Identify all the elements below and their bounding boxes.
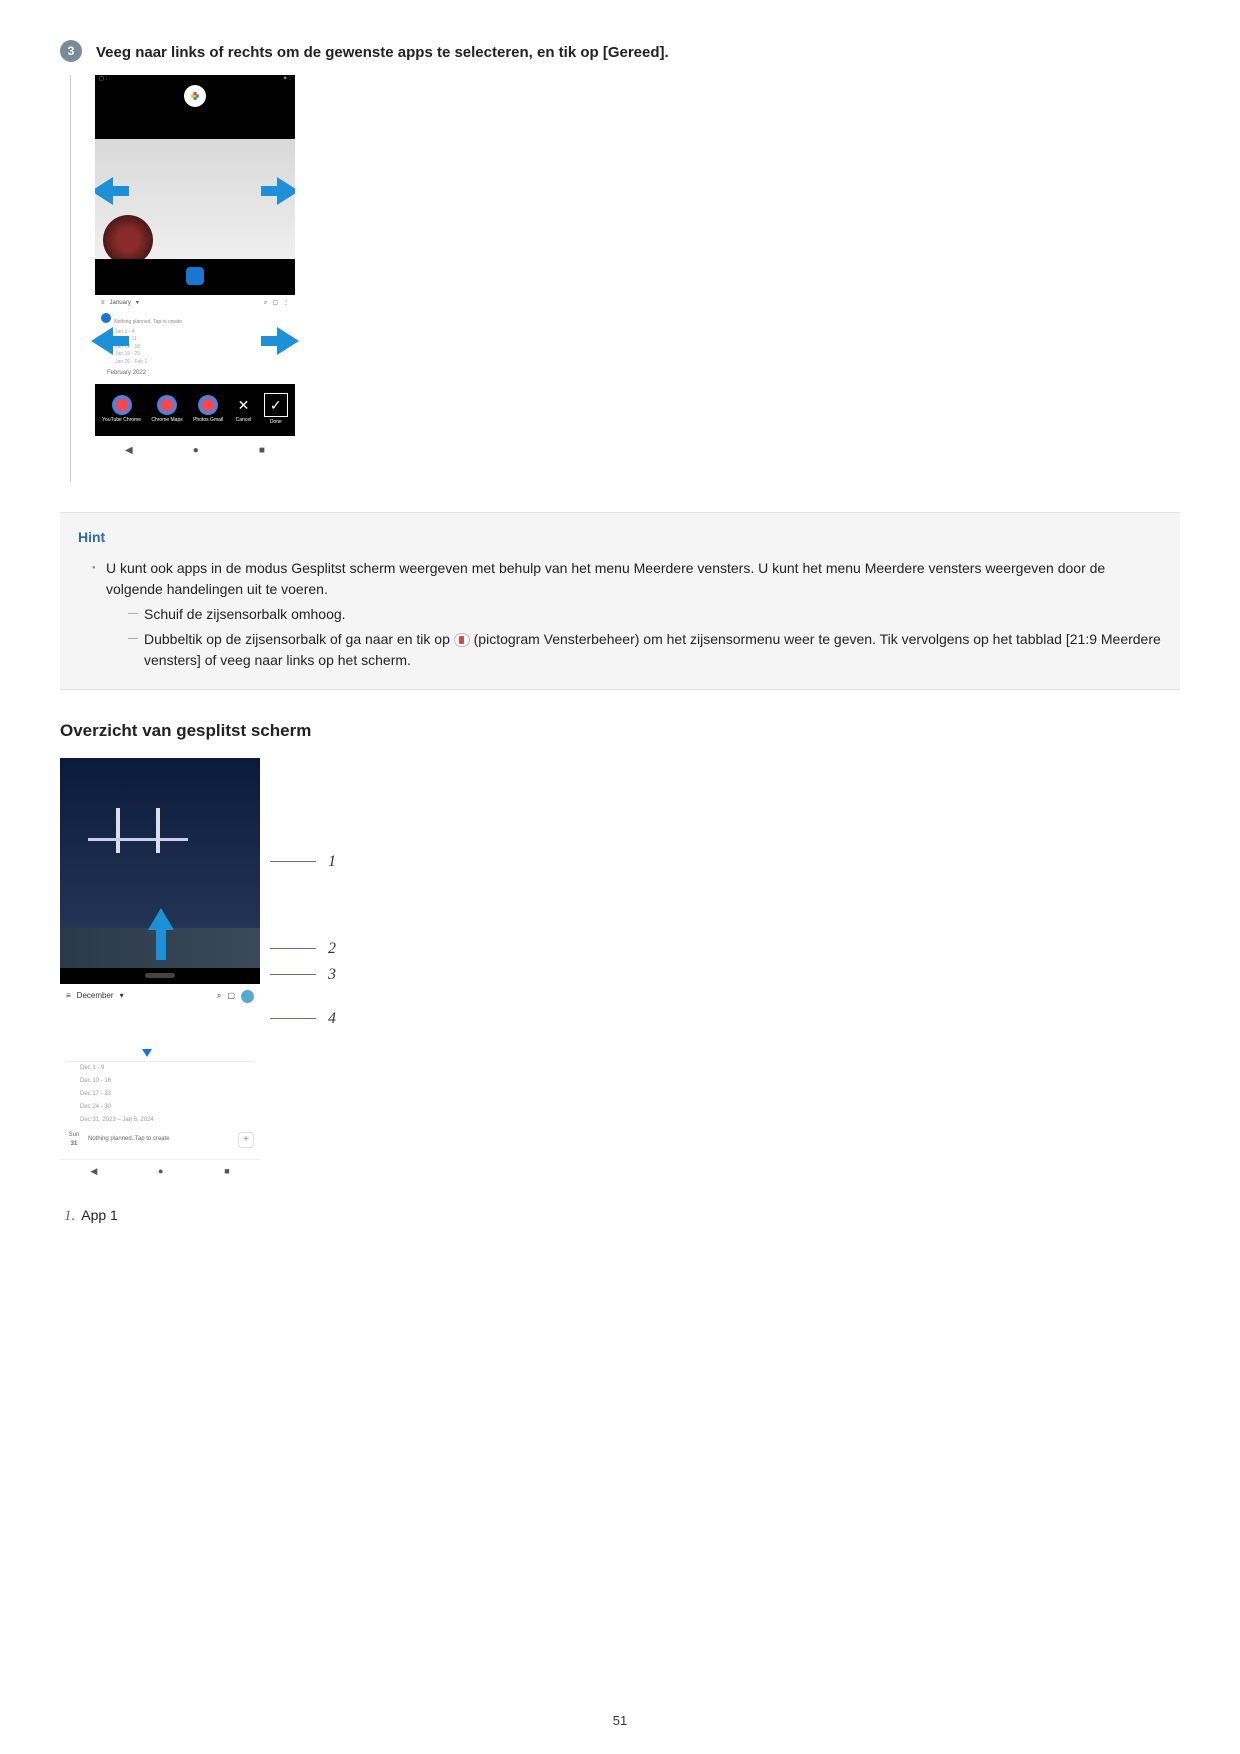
- app-pair-3[interactable]: Photos Gmail: [193, 395, 223, 425]
- add-event-button[interactable]: +: [238, 1132, 254, 1148]
- step-number-badge: 3: [60, 40, 82, 62]
- nav-home-icon[interactable]: ●: [193, 443, 199, 458]
- menu-icon: ≡: [101, 299, 105, 308]
- today-empty-text: Nothing planned. Tap to create: [88, 1135, 232, 1144]
- nav-home-icon[interactable]: ●: [158, 1165, 163, 1179]
- today-icon: ▢: [272, 299, 278, 308]
- hint-sub-2: Dubbeltik op de zijsensorbalk of ga naar…: [128, 629, 1162, 671]
- cal-week-4: Dec 24 - 30: [66, 1101, 254, 1114]
- cal-week-4: Jan 19 - 25: [101, 351, 289, 359]
- app-pair-1[interactable]: YouTube Chrome: [102, 395, 141, 425]
- hint-box: Hint U kunt ook apps in de modus Gesplit…: [60, 512, 1180, 690]
- close-icon: ✕: [233, 395, 253, 415]
- cal-week-5: Dec 31, 2023 – Jan 6, 2024: [66, 1114, 254, 1127]
- step-3-content: ◻ : ✦ : ≡ January ▾ ⌕ ▢ ⋮ Nothing planne…: [70, 75, 1180, 483]
- status-right: ✦ :: [283, 75, 291, 85]
- section-title: Overzicht van gesplitst scherm: [60, 718, 1180, 744]
- hint-title: Hint: [78, 527, 1162, 548]
- swipe-right-arrow-icon: [277, 177, 295, 205]
- legend-list: 1. App 1: [60, 1205, 1180, 1228]
- window-manager-icon: [454, 633, 470, 647]
- calendar-empty-text: Nothing planned. Tap to create: [114, 319, 182, 325]
- avatar-icon[interactable]: [241, 990, 254, 1003]
- status-left: ◻ :: [99, 75, 107, 85]
- swipe-right-arrow-icon: [277, 327, 299, 355]
- top-preview-photo: [95, 139, 295, 259]
- callout-line-3: 3: [270, 974, 316, 975]
- nav-back-icon[interactable]: ◀: [125, 443, 133, 458]
- today-icon[interactable]: ▢: [227, 990, 235, 1002]
- app-pair-icon: [112, 395, 132, 415]
- nav-back-icon[interactable]: ◀: [90, 1165, 97, 1179]
- callout-line-4: 4: [270, 1018, 316, 1019]
- phone-screenshot-select-apps: ◻ : ✦ : ≡ January ▾ ⌕ ▢ ⋮ Nothing planne…: [95, 75, 295, 465]
- callout-line-2: 2: [270, 948, 316, 949]
- nav-recent-icon[interactable]: ■: [224, 1165, 229, 1179]
- app-pair-row: YouTube Chrome Chrome Maps Photos Gmail …: [95, 384, 295, 436]
- cal-week-3: Dec 17 - 23: [66, 1088, 254, 1101]
- list-number-1: 1.: [64, 1205, 75, 1228]
- today-marker-icon: [142, 1049, 152, 1057]
- callout-4: 4: [328, 1007, 336, 1031]
- calendar-month-label[interactable]: December: [77, 990, 114, 1002]
- bottom-app-view: ≡ December ▾ ⌕ ▢ Dec 1 - 9 Dec 10 - 16 D…: [60, 984, 260, 1159]
- done-button[interactable]: ✓Done: [264, 393, 288, 427]
- calendar-app-icon: [186, 267, 204, 285]
- nav-recent-icon[interactable]: ■: [259, 443, 265, 458]
- top-app-pane: [95, 85, 295, 139]
- step-instruction: Veeg naar links of rechts om de gewenste…: [96, 40, 669, 65]
- android-navbar: ◀ ● ■: [95, 436, 295, 464]
- split-divider[interactable]: [60, 968, 260, 984]
- cal-week-2: Dec 10 - 16: [66, 1075, 254, 1088]
- swipe-left-arrow-icon: [91, 327, 113, 355]
- android-navbar: ◀ ● ■: [60, 1159, 260, 1185]
- page-number: 51: [0, 1711, 1240, 1731]
- hint-text: U kunt ook apps in de modus Gesplitst sc…: [92, 558, 1162, 671]
- event-dot-icon: [101, 313, 111, 323]
- phone-screenshot-split-overview: ≡ December ▾ ⌕ ▢ Dec 1 - 9 Dec 10 - 16 D…: [60, 758, 260, 1185]
- photos-icon: [184, 85, 206, 107]
- app-pair-icon: [157, 395, 177, 415]
- middle-strip: [95, 259, 295, 295]
- menu-icon[interactable]: ≡: [66, 990, 71, 1002]
- swipe-up-arrow-icon: [148, 908, 174, 930]
- list-text-1: App 1: [81, 1205, 118, 1226]
- mini-month-view: [66, 1006, 254, 1062]
- callout-line-1: 1: [270, 861, 316, 862]
- status-bar: ◻ : ✦ :: [95, 75, 295, 85]
- search-icon: ⌕: [264, 299, 267, 308]
- phone-overview-wrapper: ≡ December ▾ ⌕ ▢ Dec 1 - 9 Dec 10 - 16 D…: [60, 758, 260, 1185]
- today-label: Sun31: [66, 1131, 82, 1149]
- bridge-graphic: [108, 808, 168, 853]
- search-icon[interactable]: ⌕: [217, 990, 221, 1002]
- app-pair-2[interactable]: Chrome Maps: [151, 395, 182, 425]
- swipe-left-arrow-icon: [95, 177, 113, 205]
- hint-sub-1: Schuif de zijsensorbalk omhoog.: [128, 604, 1162, 625]
- calendar-month-label: January: [110, 299, 131, 308]
- check-icon: ✓: [264, 393, 288, 417]
- top-app-view: [60, 758, 260, 968]
- calendar-next-month: February 2022: [101, 369, 289, 378]
- cal-week-5: Jan 26 - Feb 1: [101, 359, 289, 367]
- callout-1: 1: [328, 850, 336, 874]
- cancel-button[interactable]: ✕Cancel: [233, 395, 253, 425]
- callout-2: 2: [328, 937, 336, 961]
- bottom-preview-calendar: ≡ January ▾ ⌕ ▢ ⋮ Nothing planned. Tap t…: [95, 295, 295, 385]
- step-3-row: 3 Veeg naar links of rechts om de gewens…: [60, 40, 1180, 65]
- app-pair-icon: [198, 395, 218, 415]
- cal-week-1: Dec 1 - 9: [66, 1062, 254, 1075]
- callout-3: 3: [328, 963, 336, 987]
